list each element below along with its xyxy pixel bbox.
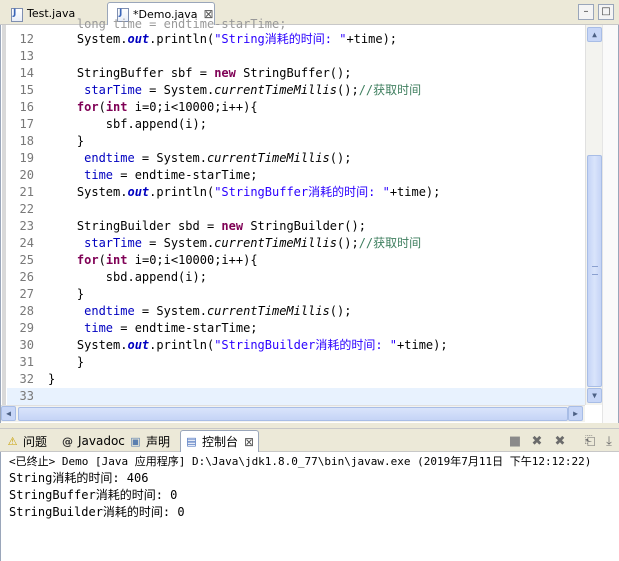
scroll-left-icon[interactable]: ◀ — [1, 406, 16, 421]
terminate-icon[interactable]: ■ — [507, 434, 523, 450]
overview-ruler — [602, 25, 618, 423]
remove-launch-icon[interactable]: ✖ — [529, 434, 545, 450]
code-line-13: 13 — [19, 49, 34, 63]
declaration-icon: ▣ — [130, 434, 141, 448]
code-line-20: 20 time = endtime-starTime; — [19, 168, 258, 182]
scroll-up-icon[interactable]: ▲ — [587, 27, 602, 42]
code-line-32: 32} — [19, 372, 56, 386]
maximize-button[interactable]: □ — [598, 4, 614, 20]
code-line-30: 30 System.out.println("StringBuilder消耗的时… — [19, 338, 448, 352]
scroll-down-icon[interactable]: ▼ — [587, 388, 602, 403]
code-line-26: 26 sbd.append(i); — [19, 270, 207, 284]
horizontal-scrollbar[interactable]: ◀ ▶ — [1, 405, 585, 422]
annotation-ruler — [2, 25, 6, 405]
scroll-lock-icon[interactable]: ⤓ — [601, 434, 617, 450]
code-line-12: 12 System.out.println("String消耗的时间: "+ti… — [19, 32, 398, 46]
code-line-21: 21 System.out.println("StringBuffer消耗的时间… — [19, 185, 441, 199]
code-line-15: 15 starTime = System.currentTimeMillis()… — [19, 83, 422, 97]
tab-javadoc[interactable]: @ Javadoc — [61, 430, 125, 452]
vertical-scrollbar[interactable]: ▲ ▼ — [585, 25, 602, 405]
console-line: StringBuffer消耗的时间: 0 — [9, 488, 178, 502]
code-line-27: 27 } — [19, 287, 85, 301]
console-icon: ▤ — [186, 435, 197, 448]
console-output[interactable]: <已终止> Demo [Java 应用程序] D:\Java\jdk1.8.0_… — [0, 452, 619, 561]
console-line: StringBuilder消耗的时间: 0 — [9, 505, 185, 519]
code-line-18: 18 } — [19, 134, 85, 148]
close-icon[interactable]: ⊠ — [244, 435, 254, 449]
code-line-31: 31 } — [19, 355, 85, 369]
code-line-17: 17 sbf.append(i); — [19, 117, 207, 131]
code-line-25: 25 for(int i=0;i<10000;i++){ — [19, 253, 258, 267]
javadoc-icon: @ — [62, 434, 73, 448]
remove-all-icon[interactable]: ✖ — [552, 434, 568, 450]
warning-icon: ⚠ — [7, 434, 18, 448]
tab-problems[interactable]: ⚠ 问题 — [6, 430, 47, 452]
console-line: String消耗的时间: 406 — [9, 471, 149, 485]
tab-console[interactable]: ▤ 控制台 ⊠ — [180, 430, 260, 452]
scroll-right-icon[interactable]: ▶ — [568, 406, 583, 421]
code-line-23: 23 StringBuilder sbd = new StringBuilder… — [19, 219, 366, 233]
code-line-28: 28 endtime = System.currentTimeMillis(); — [19, 304, 352, 318]
code-line-22: 22 — [19, 202, 34, 216]
panel-tab-bar: ⚠ 问题 @ Javadoc ▣ 声明 ▤ 控制台 ⊠ ■ ✖ ✖ ⎗ ⤓ — [0, 428, 619, 452]
console-header: <已终止> Demo [Java 应用程序] D:\Java\jdk1.8.0_… — [9, 455, 592, 468]
vertical-scroll-thumb[interactable] — [587, 155, 602, 387]
code-line-16: 16 for(int i=0;i<10000;i++){ — [19, 100, 258, 114]
code-editor[interactable]: long time = endtime-starTime; 12 System.… — [0, 17, 619, 423]
tab-declaration[interactable]: ▣ 声明 — [129, 430, 170, 452]
code-line-29: 29 time = endtime-starTime; — [19, 321, 258, 335]
code-line-19: 19 endtime = System.currentTimeMillis(); — [19, 151, 352, 165]
horizontal-scroll-thumb[interactable] — [18, 407, 568, 421]
pin-console-icon[interactable]: ⎗ — [582, 434, 598, 450]
code-line-24: 24 starTime = System.currentTimeMillis()… — [19, 236, 422, 250]
code-line-33[interactable]: 33 — [7, 388, 587, 405]
code-line-14: 14 StringBuffer sbf = new StringBuffer()… — [19, 66, 352, 80]
